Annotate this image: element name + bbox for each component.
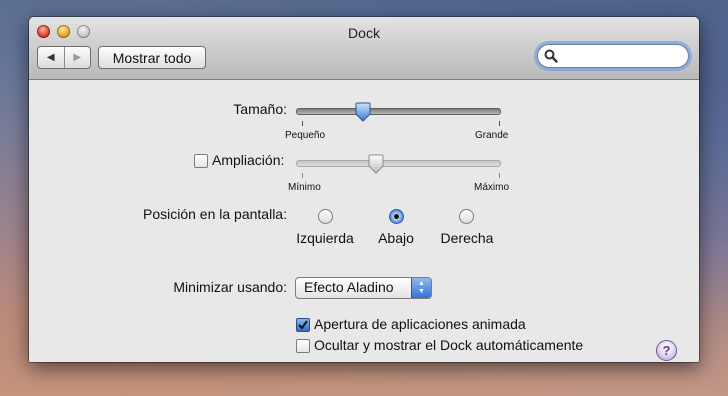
magnification-slider-knob[interactable] [368,154,384,174]
magnification-min-tick [302,173,303,178]
dock-preferences-pane: Tamaño: Pequeño Grande Ampliación: Mínim… [29,80,699,362]
size-min-tick [302,121,303,126]
autohide-label: Ocultar y mostrar el Dock automáticament… [314,337,584,353]
size-slider-knob[interactable] [355,102,371,122]
minimize-label: Minimizar usando: [173,279,287,295]
popup-arrows-icon: ▲ ▼ [411,278,431,298]
magnifier-icon [544,49,558,63]
back-button[interactable]: ◀ [38,47,64,68]
magnification-max-tick [499,173,500,178]
minimize-effect-value: Efecto Aladino [304,279,394,295]
magnification-label: Ampliación: [212,152,285,168]
position-label: Posición en la pantalla: [143,206,287,222]
magnification-min-label: Mínimo [288,182,321,193]
size-label: Tamaño: [233,101,287,117]
position-right-radio[interactable] [459,209,474,224]
size-min-label: Pequeño [285,130,326,141]
forward-button[interactable]: ▶ [63,47,91,68]
magnification-slider-track[interactable] [296,160,501,167]
window-titlebar: Dock ◀ ▶ Mostrar todo [29,17,699,80]
help-button[interactable]: ? [656,340,677,361]
back-forward-control: ◀ ▶ [37,46,91,69]
position-bottom-radio[interactable] [389,209,404,224]
minimize-effect-popup[interactable]: Efecto Aladino ▲ ▼ [295,277,432,299]
position-left-radio[interactable] [318,209,333,224]
animate-opening-checkbox[interactable] [296,318,310,332]
size-slider-track[interactable] [296,108,501,115]
search-field[interactable] [537,44,689,68]
checkmark-icon [298,320,308,330]
magnification-max-label: Máximo [474,182,510,193]
animate-opening-label: Apertura de aplicaciones animada [314,316,526,332]
preferences-window: Dock ◀ ▶ Mostrar todo Tamaño: Pequeño Gr… [29,17,699,362]
size-max-label: Grande [475,130,509,141]
autohide-checkbox[interactable] [296,339,310,353]
window-title: Dock [348,25,380,41]
position-left-label: Izquierda [296,230,354,246]
show-all-button[interactable]: Mostrar todo [98,46,206,69]
size-max-tick [499,121,500,126]
position-right-label: Derecha [440,230,494,246]
position-bottom-label: Abajo [378,230,414,246]
magnification-checkbox[interactable] [194,154,208,168]
